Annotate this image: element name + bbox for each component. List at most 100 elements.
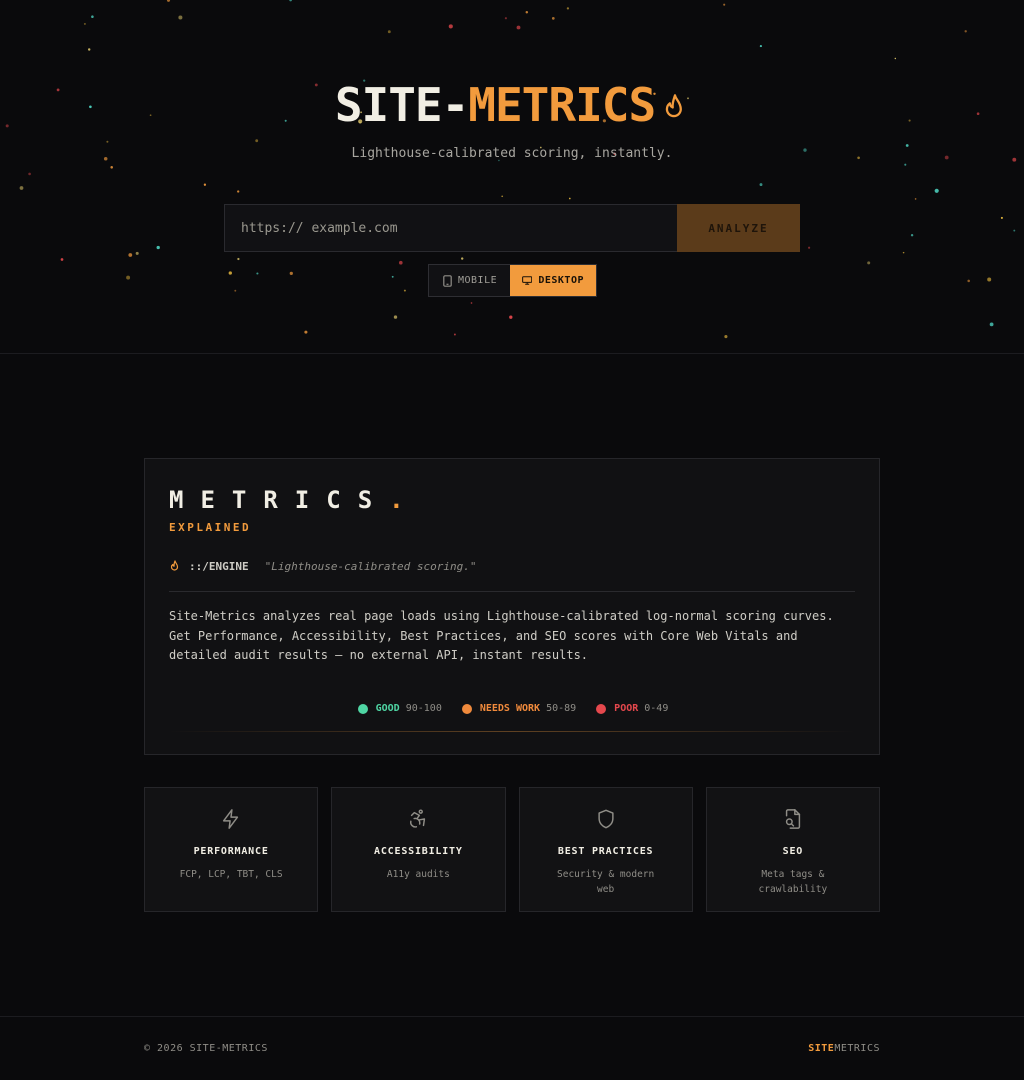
star-dot — [724, 335, 728, 339]
star-dot — [504, 17, 507, 20]
shield-icon — [598, 809, 614, 829]
metrics-title-text: METRICS — [169, 486, 390, 514]
legend-poor: POOR 0-49 — [596, 703, 668, 714]
star-dot — [448, 24, 453, 29]
star-dot — [902, 251, 905, 254]
monitor-icon — [522, 276, 533, 285]
legend-poor-range: 0-49 — [644, 703, 669, 714]
star-dot — [135, 251, 139, 255]
tagline: Lighthouse-calibrated scoring, instantly… — [351, 146, 673, 161]
star-dot — [237, 190, 240, 193]
star-dot — [501, 195, 504, 198]
feature-subtitle: Security & modern web — [557, 869, 655, 895]
device-option-mobile-label: MOBILE — [458, 275, 498, 286]
star-dot — [393, 315, 398, 319]
star-dot — [453, 333, 456, 336]
score-legend: GOOD 90-100 NEEDS WORK 50-89 POOR 0-49 — [145, 703, 881, 714]
url-input[interactable] — [224, 204, 677, 252]
feature-title: ACCESSIBILITY — [374, 846, 463, 857]
star-dot — [128, 253, 133, 257]
star-dot — [910, 234, 914, 237]
star-dot — [894, 57, 896, 60]
star-dot — [304, 330, 308, 334]
star-dot — [516, 25, 521, 30]
star-dot — [987, 277, 992, 282]
star-dot — [867, 261, 871, 265]
star-dot — [228, 271, 232, 275]
star-dot — [166, 0, 171, 2]
star-dot — [255, 139, 259, 143]
feature-tile-best-practices: BEST PRACTICES Security & modern web — [518, 787, 693, 912]
star-dot — [106, 140, 109, 143]
star-dot — [1013, 229, 1016, 232]
feature-subtitle: Meta tags & crawlability — [758, 869, 828, 895]
smartphone-icon — [443, 274, 452, 287]
star-dot — [391, 275, 394, 278]
star-dot — [91, 15, 94, 18]
star-dot — [759, 45, 762, 48]
footer: © 2026 SITE-METRICS SITEMETRICS — [0, 1016, 1024, 1080]
device-option-mobile[interactable]: MOBILE — [429, 265, 510, 296]
star-dot — [934, 188, 939, 193]
divider — [169, 591, 855, 592]
star-dot — [156, 245, 160, 250]
metrics-explained-card: METRICS. EXPLAINED ::/ENGINE "Lighthouse… — [144, 458, 880, 755]
star-dot — [914, 198, 917, 200]
brand-logo-part2: METRICS — [468, 78, 656, 132]
star-dot — [904, 163, 907, 166]
footer-logo-part1: SITE — [808, 1043, 835, 1054]
hero-section: SITE- METRICS Lighthouse-calibrated scori… — [0, 0, 1024, 354]
copyright: © 2026 SITE-METRICS — [144, 1043, 268, 1054]
glow-divider — [169, 731, 855, 732]
star-dot — [461, 257, 464, 260]
analyze-button[interactable]: ANALYZE — [677, 204, 800, 252]
star-dot — [509, 315, 513, 319]
star-dot — [28, 172, 31, 176]
feature-subtitle: FCP, LCP, TBT, CLS — [179, 869, 283, 880]
star-dot — [387, 30, 391, 34]
feature-tile-performance: PERFORMANCE FCP, LCP, TBT, CLS — [144, 787, 319, 912]
star-dot — [178, 15, 183, 20]
accessibility-icon — [410, 809, 426, 828]
star-dot — [566, 7, 570, 10]
legend-poor-dot — [596, 703, 607, 714]
legend-needs-work-label: NEEDS WORK — [479, 703, 541, 714]
star-dot — [964, 30, 967, 33]
feature-title: PERFORMANCE — [193, 846, 269, 857]
legend-poor-label: POOR — [614, 703, 639, 714]
star-dot — [568, 197, 571, 200]
lightning-icon — [223, 809, 239, 829]
feature-subtitle: A11y audits — [386, 869, 450, 880]
legend-needs-work-dot — [461, 703, 472, 714]
legend-good-dot — [357, 703, 368, 714]
star-dot — [470, 302, 473, 304]
flame-icon — [170, 560, 179, 571]
star-dot — [60, 258, 64, 261]
footer-logo-link[interactable]: SITEMETRICS — [808, 1043, 880, 1054]
star-dot — [19, 186, 24, 190]
star-dot — [525, 11, 529, 14]
feature-tile-accessibility: ACCESSIBILITY A11y audits — [331, 787, 506, 912]
star-dot — [967, 279, 970, 283]
star-dot — [203, 183, 207, 186]
feature-title: BEST PRACTICES — [557, 846, 654, 857]
file-search-icon — [785, 809, 801, 829]
device-option-desktop[interactable]: DESKTOP — [510, 265, 596, 296]
metrics-description: Site-Metrics analyzes real page loads us… — [169, 609, 834, 662]
metrics-title: METRICS. — [169, 486, 421, 514]
device-option-desktop-label: DESKTOP — [538, 275, 584, 286]
url-search-form: ANALYZE — [224, 204, 800, 252]
legend-needs-work-range: 50-89 — [546, 703, 577, 714]
legend-good: GOOD 90-100 — [357, 703, 442, 714]
brand-logo: SITE- METRICS — [0, 78, 1024, 132]
star-dot — [399, 260, 403, 265]
star-dot — [83, 22, 86, 25]
star-dot — [87, 48, 91, 51]
engine-label: ::/ENGINE — [189, 560, 249, 573]
engine-quote: "Lighthouse-calibrated scoring." — [264, 560, 477, 573]
star-dot — [551, 17, 555, 20]
star-dot — [403, 289, 406, 292]
star-dot — [759, 183, 763, 187]
device-toggle: MOBILE DESKTOP — [428, 264, 597, 297]
feature-title: SEO — [782, 846, 804, 857]
